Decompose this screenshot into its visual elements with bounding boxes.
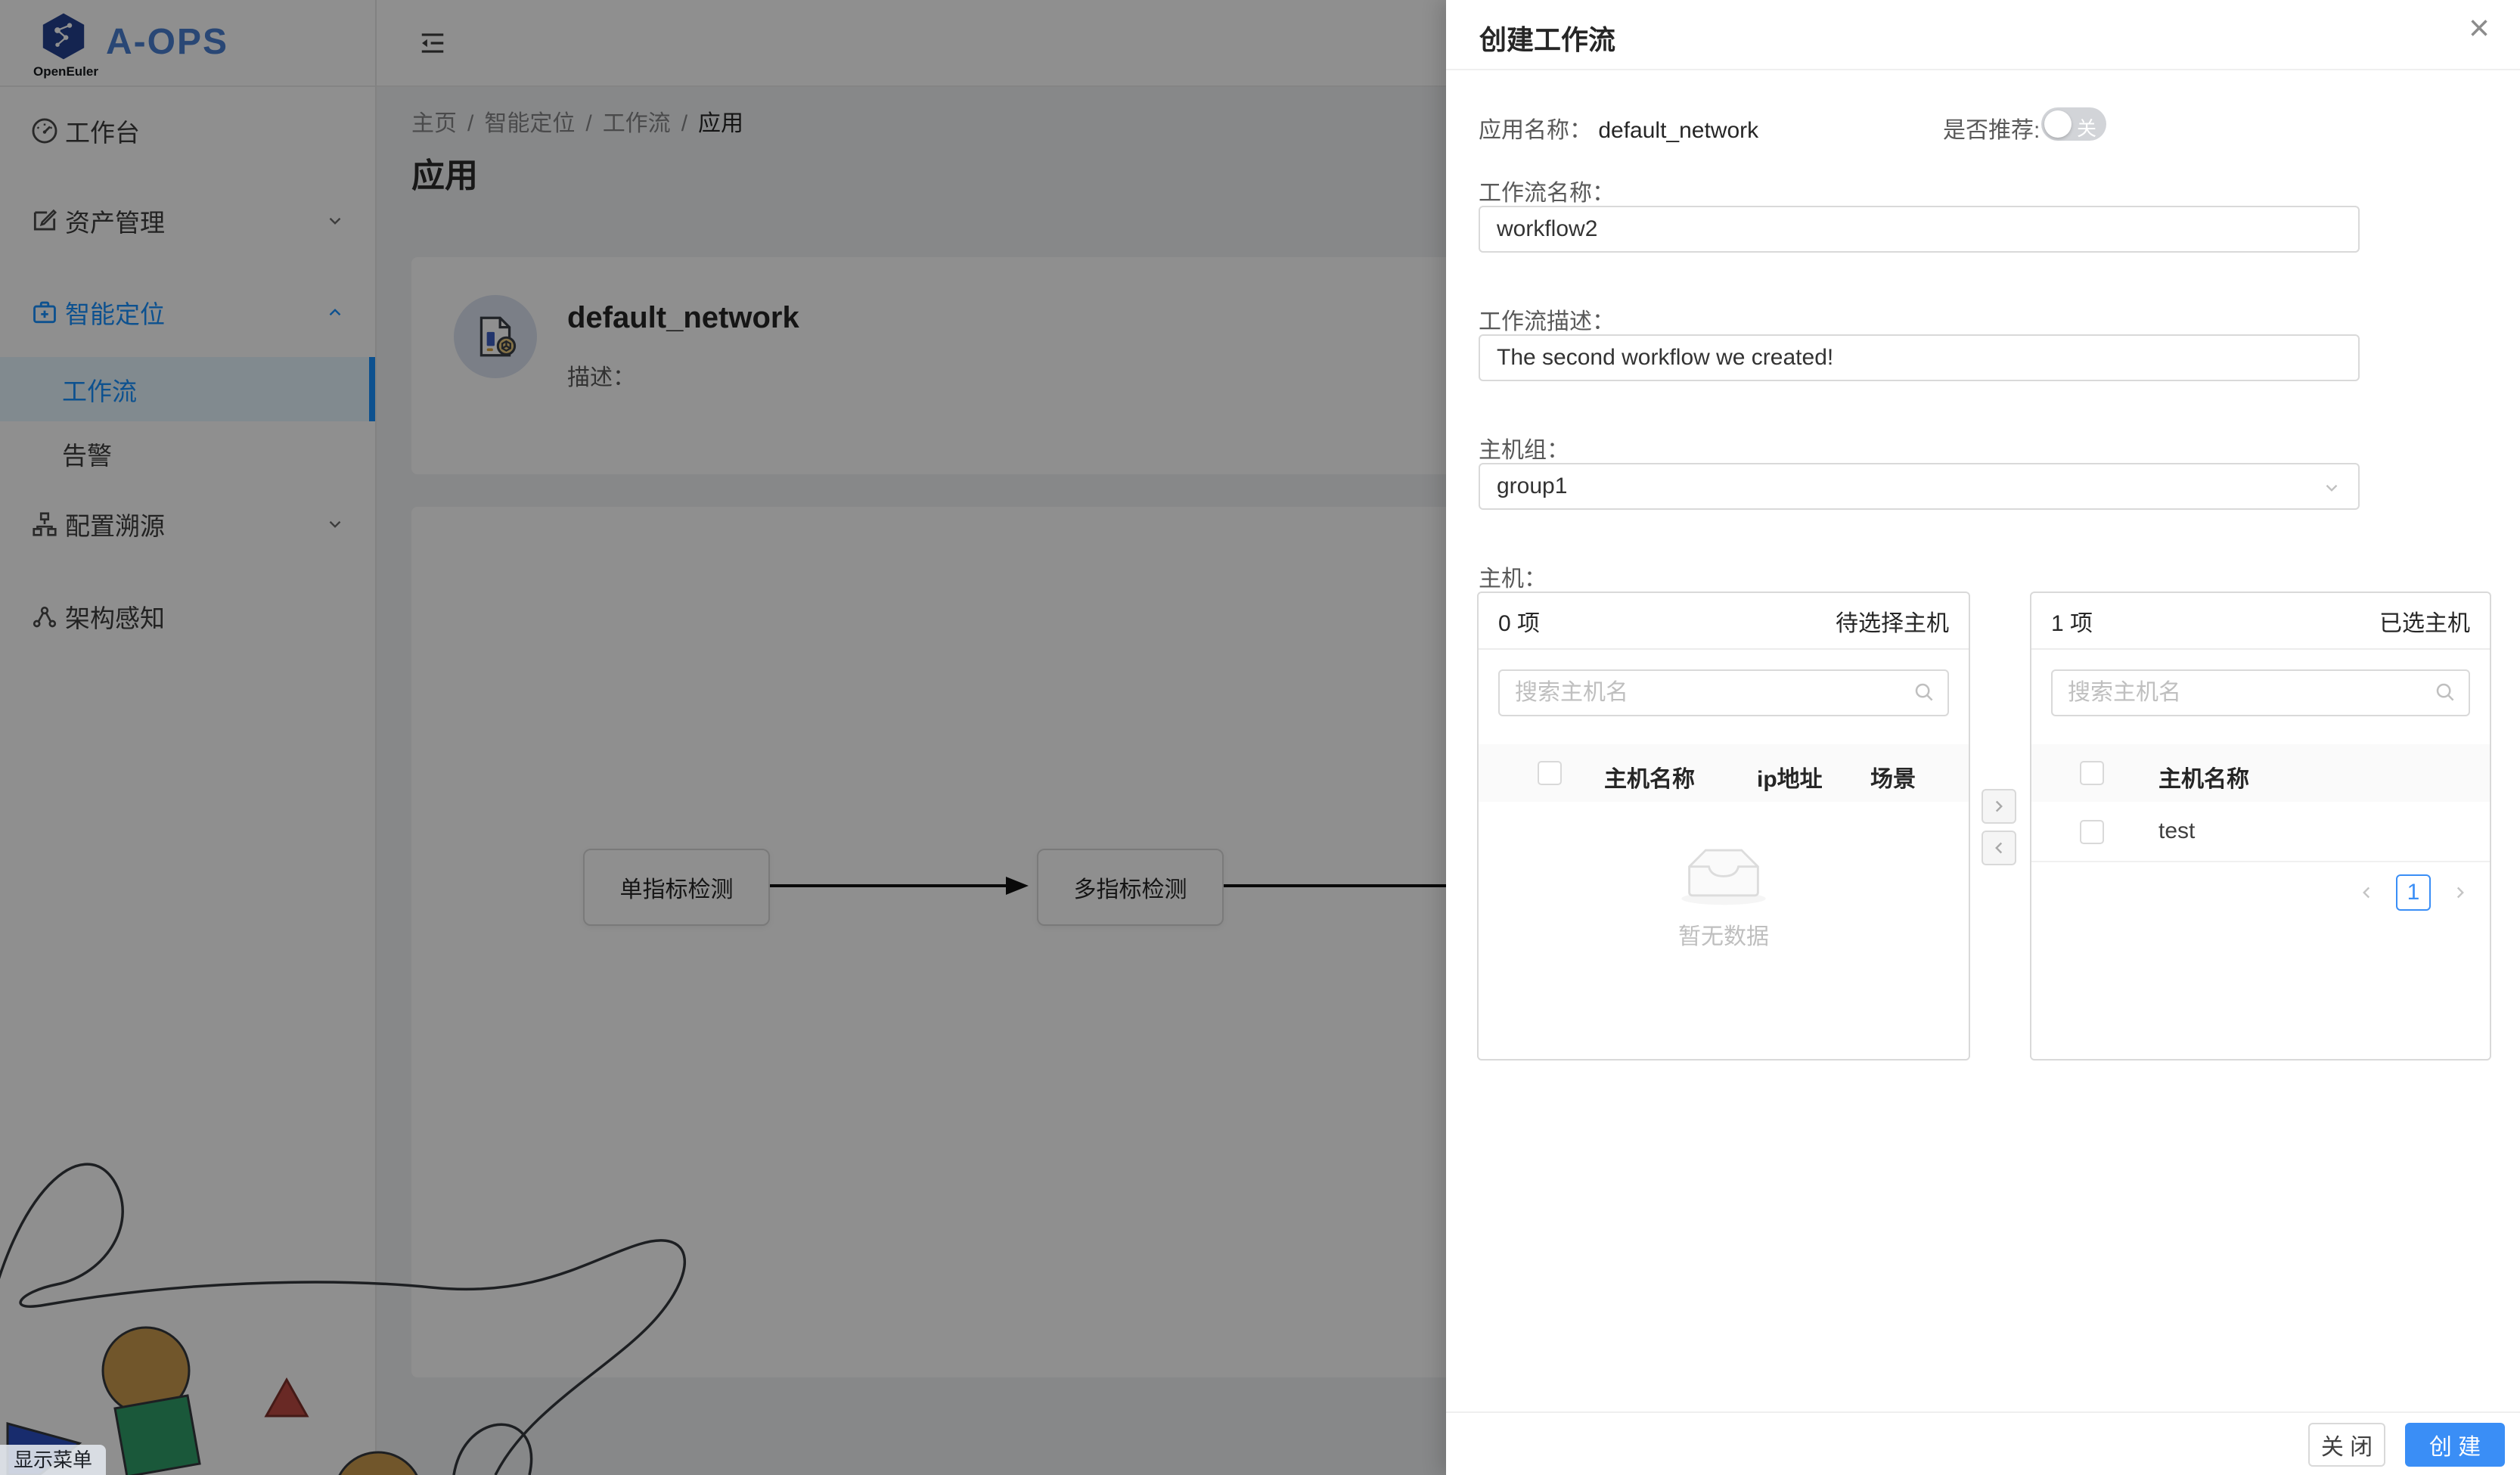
workflow-desc-label: 工作流描述： [1479, 303, 1615, 336]
app-name-value: default_network [1598, 118, 1758, 143]
column-hostname: 主机名称 [2158, 760, 2249, 793]
host-group-value: group1 [1497, 474, 1567, 499]
recommend-label: 是否推荐: [1943, 111, 2040, 144]
recommend-toggle[interactable]: 关 [2041, 107, 2106, 141]
toggle-state-label: 关 [2077, 113, 2096, 141]
next-page-icon[interactable] [2450, 883, 2470, 902]
create-button[interactable]: 创 建 [2405, 1423, 2505, 1467]
app-name-row: 应用名称： default_network [1479, 111, 1758, 144]
target-search [2051, 669, 2470, 716]
workflow-name-label: 工作流名称： [1479, 174, 1615, 207]
column-scene: 场景 [1870, 760, 1916, 793]
host-label: 主机： [1479, 560, 1547, 593]
transfer-to-right-button[interactable] [1982, 789, 2016, 824]
select-all-checkbox[interactable] [1538, 761, 1562, 785]
search-icon [2434, 681, 2456, 703]
transfer-target-panel: 1 项 已选主机 主机名称 test [2030, 592, 2491, 1060]
prev-page-icon[interactable] [2357, 883, 2376, 902]
target-panel-header: 1 项 已选主机 [2031, 593, 2490, 650]
left-arrow-icon [1989, 838, 2009, 858]
host-group-select[interactable]: group1 [1479, 463, 2360, 510]
modal-dim-overlay[interactable] [0, 0, 1446, 1475]
app-name-label: 应用名称： [1479, 118, 1592, 143]
toggle-knob [2044, 110, 2072, 138]
source-count: 0 项 [1498, 604, 1540, 638]
transfer-to-left-button[interactable] [1982, 831, 2016, 865]
close-button[interactable]: 关 闭 [2308, 1423, 2385, 1467]
column-hostname: 主机名称 [1604, 760, 1695, 793]
empty-state: 暂无数据 [1479, 843, 1969, 951]
select-all-checkbox[interactable] [2080, 761, 2104, 785]
host-name-cell: test [2158, 818, 2195, 844]
workflow-name-input[interactable] [1479, 206, 2360, 253]
source-search [1498, 669, 1949, 716]
close-icon[interactable]: × [2469, 11, 2490, 47]
drawer-title: 创建工作流 [1479, 18, 1615, 57]
pagination: 1 [2357, 874, 2470, 911]
row-checkbox[interactable] [2080, 820, 2104, 844]
source-search-input[interactable] [1498, 669, 1949, 716]
target-count: 1 项 [2051, 604, 2093, 638]
empty-text: 暂无数据 [1479, 918, 1969, 951]
source-panel-header: 0 项 待选择主机 [1479, 593, 1969, 650]
table-row[interactable]: test [2031, 802, 2490, 862]
right-arrow-icon [1989, 796, 2009, 816]
search-icon [1913, 681, 1935, 703]
chevron-down-icon [2322, 478, 2342, 498]
source-title: 待选择主机 [1836, 604, 1949, 638]
drawer-header: 创建工作流 × [1446, 0, 2520, 70]
target-search-input[interactable] [2051, 669, 2470, 716]
host-group-label: 主机组： [1479, 431, 1569, 464]
column-ip: ip地址 [1757, 760, 1823, 793]
drawer-footer: 关 闭 创 建 [1446, 1411, 2520, 1475]
page-number[interactable]: 1 [2396, 874, 2431, 911]
show-menu-tooltip: 显示菜单 [0, 1445, 106, 1475]
app-root: OpenEuler A-OPS 工作台 资产管理 [0, 0, 2520, 1475]
source-table-header: 主机名称 ip地址 场景 [1479, 744, 1969, 802]
target-title: 已选主机 [2379, 604, 2470, 638]
transfer-source-panel: 0 项 待选择主机 主机名称 ip地址 场景 [1477, 592, 1970, 1060]
create-workflow-drawer: 创建工作流 × 应用名称： default_network 是否推荐: 关 工作… [1446, 0, 2520, 1475]
target-table-header: 主机名称 [2031, 744, 2490, 802]
empty-inbox-icon [1674, 843, 1774, 906]
workflow-desc-input[interactable] [1479, 334, 2360, 381]
